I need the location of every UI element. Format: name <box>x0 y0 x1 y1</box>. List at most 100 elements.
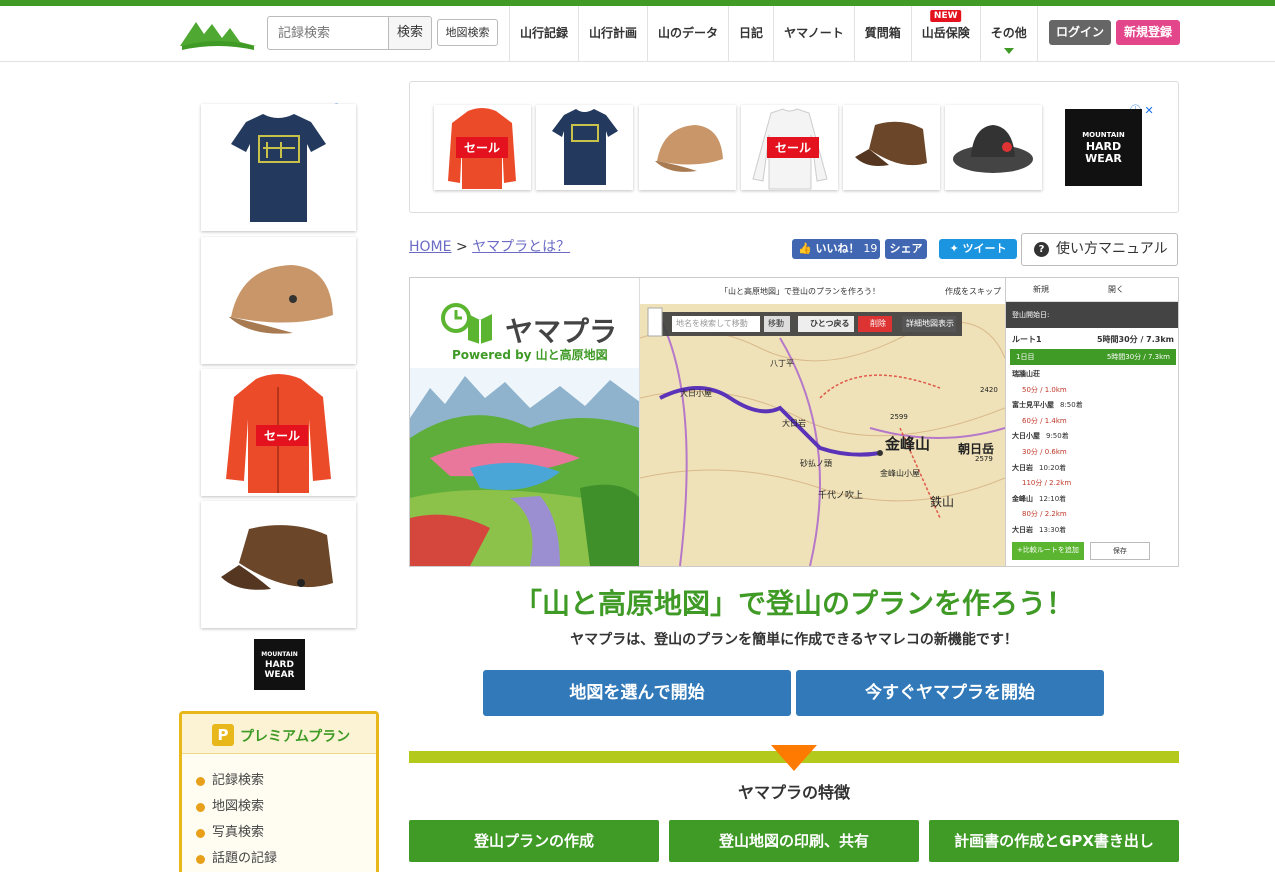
banner-product-tshirt[interactable] <box>536 105 633 190</box>
stop-time: 9:50着 <box>1046 432 1069 441</box>
stop-row[interactable]: 大日岩 10:20着 <box>1012 461 1174 477</box>
brand-line: WEAR <box>264 670 295 680</box>
hero-branding: ヤマプラ Powered by 山と高原地図 <box>410 278 640 566</box>
nav-questions[interactable]: 質問箱 <box>853 6 911 62</box>
bullet-icon <box>196 828 205 838</box>
nav-records[interactable]: 山行記録 <box>509 6 578 62</box>
start-now-button[interactable]: 今すぐヤマプラを開始 <box>796 670 1104 716</box>
nav-other[interactable]: その他 <box>979 6 1038 62</box>
premium-header[interactable]: P プレミアムプラン <box>182 714 376 754</box>
mountain-hardwear-logo[interactable]: MOUNTAIN HARD WEAR <box>254 639 305 690</box>
ad-product-work-cap[interactable] <box>201 501 356 628</box>
hat-image-icon <box>953 125 1033 173</box>
nav-mountain-data[interactable]: 山のデータ <box>647 6 728 62</box>
stop-name: 大日小屋 <box>1012 432 1040 441</box>
manual-label: 使い方マニュアル <box>1056 241 1168 257</box>
tab-new[interactable]: 新規 <box>1006 278 1076 301</box>
breadcrumb-current-link[interactable]: ヤマプラとは？ <box>472 239 570 255</box>
yamareco-logo[interactable] <box>178 16 258 54</box>
brand-line: HARD <box>265 660 294 670</box>
banner-product-hat[interactable] <box>945 105 1042 190</box>
undo-button[interactable]: ひとつ戻る <box>810 318 849 329</box>
premium-item-map-search[interactable]: 地図検索 <box>196 794 376 820</box>
premium-item-label: 地図検索 <box>212 799 265 814</box>
map-search-button[interactable]: 地図検索 <box>437 19 498 46</box>
feature-gpx-export-button[interactable]: 計画書の作成とGPX書き出し <box>929 820 1179 862</box>
feature-plan-creation-button[interactable]: 登山プランの作成 <box>409 820 659 862</box>
yamapla-brand: ヤマプラ <box>505 315 618 348</box>
record-search-input[interactable] <box>267 16 389 50</box>
premium-item-label: 記録検索 <box>212 773 265 788</box>
question-icon: ? <box>1034 242 1049 257</box>
map-elevation: 2579 <box>975 455 993 463</box>
premium-item-photo-search[interactable]: 写真検索 <box>196 820 376 846</box>
cap-image-icon <box>229 265 333 334</box>
map-label-yahoko: 八丁平 <box>770 359 794 368</box>
mountain-hardwear-logo[interactable]: MOUNTAIN HARD WEAR <box>1065 109 1142 186</box>
twitter-bird-icon: ✦ <box>949 242 959 255</box>
nav-label: 山岳保険 <box>921 26 970 40</box>
site-header: 検索 地図検索 山行記録 山行計画 山のデータ 日記 ヤマノート 質問箱 NEW… <box>0 6 1275 62</box>
start-with-map-button[interactable]: 地図を選んで開始 <box>483 670 791 716</box>
add-route-button[interactable]: +比較ルートを追加 <box>1012 542 1084 560</box>
leg-row: 30分 / 0.6km <box>1022 447 1067 456</box>
tweet-button[interactable]: ✦ ツイート <box>939 239 1017 259</box>
tshirt-image-icon <box>552 109 618 185</box>
banner-product-longsleeve[interactable]: セール <box>741 105 838 190</box>
sale-tag: セール <box>256 425 309 446</box>
facebook-share-button[interactable]: シェア <box>885 239 927 259</box>
banner-product-work-cap[interactable] <box>843 105 940 190</box>
breadcrumb: HOME > ヤマプラとは？ <box>409 236 570 256</box>
delete-button[interactable]: 削除 <box>870 318 886 329</box>
banner-product-cap[interactable] <box>639 105 736 190</box>
save-button[interactable]: 保存 <box>1089 542 1150 560</box>
premium-title: プレミアムプラン <box>240 729 351 745</box>
login-button[interactable]: ログイン <box>1049 20 1111 45</box>
landscape-illustration-icon <box>410 368 639 566</box>
panel-footer: +比較ルートを追加 保存 <box>1012 542 1150 560</box>
stop-row[interactable]: 金峰山 12:10着 <box>1012 492 1174 508</box>
premium-item-label: 話題の記録 <box>212 851 278 866</box>
breadcrumb-separator: > <box>455 239 468 255</box>
skip-button[interactable]: 作成をスキップ <box>945 286 1001 297</box>
map-search-field[interactable]: 地名を検索して移動 <box>676 318 748 329</box>
premium-item-record-search[interactable]: 記録検索 <box>196 768 376 794</box>
premium-plan-box: P プレミアムプラン 記録検索 地図検索 写真検索 話題の記録 <box>179 711 379 872</box>
stop-row[interactable]: 大日岩 13:30着 <box>1012 523 1174 539</box>
banner-product-jacket[interactable]: セール <box>434 105 531 190</box>
register-button[interactable]: 新規登録 <box>1116 20 1180 45</box>
nav-insurance[interactable]: NEW 山岳保険 <box>910 6 980 62</box>
stop-row[interactable]: 瑞牆山荘 <box>1012 367 1174 383</box>
thumbs-up-icon: 👍 <box>798 242 812 255</box>
search-button[interactable]: 検索 <box>388 16 432 50</box>
stop-row[interactable]: 大日小屋 9:50着 <box>1012 429 1174 445</box>
panel-tabs: 新規 開く <box>1006 278 1178 302</box>
premium-p-icon: P <box>212 724 234 746</box>
move-button[interactable]: 移動 <box>768 318 784 329</box>
nav-plans[interactable]: 山行計画 <box>578 6 647 62</box>
breadcrumb-home-link[interactable]: HOME <box>409 239 451 255</box>
sale-tag: セール <box>456 137 509 158</box>
ad-product-cap[interactable] <box>201 237 356 364</box>
new-badge: NEW <box>929 10 962 22</box>
leg-row: 60分 / 1.4km <box>1022 416 1067 425</box>
day-total: 5時間30分 / 7.3km <box>1106 353 1170 361</box>
premium-item-trending[interactable]: 話題の記録 <box>196 846 376 872</box>
nav-diary[interactable]: 日記 <box>728 6 773 62</box>
work-cap-image-icon <box>855 121 927 166</box>
nav-yamanote[interactable]: ヤマノート <box>773 6 854 62</box>
stop-name: 富士見平小屋 <box>1012 401 1054 410</box>
ad-product-tshirt[interactable] <box>201 104 356 231</box>
detail-map-button[interactable]: 詳細地図表示 <box>906 318 954 329</box>
usage-manual-button[interactable]: ? 使い方マニュアル <box>1021 233 1178 266</box>
facebook-like-button[interactable]: 👍 いいね！ 19 <box>792 239 880 259</box>
tshirt-image-icon <box>231 114 326 222</box>
nav-label: その他 <box>990 26 1027 40</box>
route-row: ルート1 5時間30分 / 7.3km <box>1006 328 1178 347</box>
tab-open[interactable]: 開く <box>1076 278 1156 301</box>
stop-row[interactable]: 富士見平小屋 8:50着 <box>1012 398 1174 414</box>
ad-product-jacket[interactable]: セール <box>201 369 356 496</box>
brand-line: WEAR <box>1085 152 1122 165</box>
feature-map-print-button[interactable]: 登山地図の印刷、共有 <box>669 820 919 862</box>
nav-label: 山行計画 <box>589 26 638 40</box>
